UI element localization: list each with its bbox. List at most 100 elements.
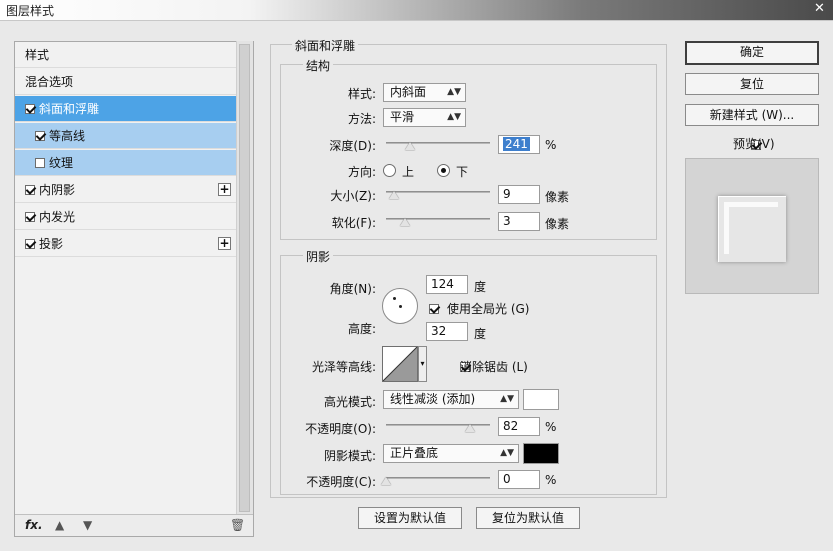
shading-title: 阴影 <box>303 248 334 265</box>
preview-swatch <box>718 196 786 262</box>
style-item-label: 样式 <box>25 48 50 62</box>
style-item[interactable]: 内发光 <box>15 204 237 230</box>
angle-dial-point <box>393 297 396 300</box>
shadow-mode-label: 阴影模式: <box>323 449 376 463</box>
depth-slider[interactable] <box>386 142 490 144</box>
shadow-opacity-input[interactable]: 0 <box>498 470 540 489</box>
soften-input[interactable]: 3 <box>498 212 540 231</box>
highlight-mode-select[interactable]: 线性减淡 (添加) ▲▼ <box>383 390 519 409</box>
style-item-checkbox[interactable] <box>25 185 35 195</box>
highlight-mode-value: 线性减淡 (添加) <box>390 392 476 406</box>
angle-dial-center <box>399 305 402 308</box>
style-item-label: 等高线 <box>49 129 86 143</box>
style-item[interactable]: 等高线 <box>15 123 237 149</box>
style-select-value: 内斜面 <box>390 85 427 99</box>
direction-down-radio[interactable] <box>437 164 450 177</box>
title-bar: 图层样式 ✕ <box>0 0 833 20</box>
soften-slider-thumb[interactable] <box>400 218 410 226</box>
fx-icon[interactable]: fx. <box>25 518 43 532</box>
soften-label: 软化(F): <box>331 216 376 230</box>
depth-input[interactable]: 241 <box>498 135 540 154</box>
updown-icon: ▲▼ <box>447 112 461 122</box>
size-slider[interactable] <box>386 191 490 193</box>
gloss-contour-dropdown[interactable]: ▾ <box>418 346 427 382</box>
angle-dial[interactable] <box>382 288 418 324</box>
reset-default-button[interactable]: 复位为默认值 <box>476 507 580 529</box>
preview-area <box>685 158 819 294</box>
shadow-opacity-thumb[interactable] <box>381 477 391 485</box>
global-light-checkbox[interactable] <box>429 304 439 314</box>
updown-icon: ▲▼ <box>500 394 514 404</box>
altitude-unit: 度 <box>474 327 487 341</box>
style-list-toolbar: fx. ▲ ▼ 🗑 <box>15 514 253 536</box>
angle-input[interactable]: 124 <box>426 275 468 294</box>
highlight-opacity-thumb[interactable] <box>465 424 475 432</box>
technique-select-value: 平滑 <box>390 110 415 124</box>
trash-icon[interactable]: 🗑 <box>230 518 245 532</box>
style-select[interactable]: 内斜面 ▲▼ <box>383 83 466 102</box>
depth-label: 深度(D): <box>329 139 376 153</box>
technique-select[interactable]: 平滑 ▲▼ <box>383 108 466 127</box>
preview-label: 预览(V) <box>733 137 775 151</box>
style-item-checkbox[interactable] <box>25 239 35 249</box>
reset-button[interactable]: 复位 <box>685 73 819 95</box>
style-item[interactable]: 投影 + <box>15 231 237 257</box>
style-item-checkbox[interactable] <box>35 131 45 141</box>
close-icon[interactable]: ✕ <box>806 0 833 18</box>
scrollbar-thumb[interactable] <box>239 44 250 512</box>
style-item-label: 纹理 <box>49 156 74 170</box>
angle-label: 角度(N): <box>329 282 376 296</box>
altitude-input[interactable]: 32 <box>426 322 468 341</box>
move-up-icon[interactable]: ▲ <box>55 518 64 532</box>
highlight-color-swatch[interactable] <box>523 389 559 410</box>
ok-button[interactable]: 确定 <box>685 41 819 65</box>
style-label: 样式: <box>347 87 376 101</box>
anti-alias-label: 消除锯齿 (L) <box>460 360 528 374</box>
size-input[interactable]: 9 <box>498 185 540 204</box>
highlight-opacity-unit: % <box>545 420 557 434</box>
direction-up-label: 上 <box>402 165 415 179</box>
style-item-label: 内阴影 <box>39 183 76 197</box>
updown-icon: ▲▼ <box>447 87 461 97</box>
make-default-button[interactable]: 设置为默认值 <box>358 507 462 529</box>
preview-bevel-edge <box>724 202 778 254</box>
size-slider-thumb[interactable] <box>389 191 399 199</box>
new-style-button[interactable]: 新建样式 (W)... <box>685 104 819 126</box>
highlight-mode-label: 高光模式: <box>323 395 376 409</box>
style-list: 样式混合选项斜面和浮雕等高线纹理内阴影 + 内发光投影 + <box>14 41 254 537</box>
style-item[interactable]: 斜面和浮雕 <box>15 96 237 122</box>
move-down-icon[interactable]: ▼ <box>83 518 92 532</box>
shadow-opacity-slider[interactable] <box>386 477 490 479</box>
direction-up-radio[interactable] <box>383 164 396 177</box>
style-item[interactable]: 混合选项 <box>15 69 237 95</box>
add-effect-icon[interactable]: + <box>218 183 231 196</box>
style-item-label: 投影 <box>39 237 64 251</box>
global-light-label: 使用全局光 (G) <box>447 302 530 316</box>
style-item[interactable]: 样式 <box>15 42 237 68</box>
style-item-label: 内发光 <box>39 210 76 224</box>
add-effect-icon[interactable]: + <box>218 237 231 250</box>
style-item-checkbox[interactable] <box>35 158 45 168</box>
highlight-opacity-label: 不透明度(O): <box>305 422 376 436</box>
technique-label: 方法: <box>347 112 376 126</box>
shadow-color-swatch[interactable] <box>523 443 559 464</box>
shadow-opacity-label: 不透明度(C): <box>306 475 376 489</box>
style-item-checkbox[interactable] <box>25 212 35 222</box>
angle-unit: 度 <box>474 280 487 294</box>
contour-curve-icon <box>382 346 418 382</box>
style-item-checkbox[interactable] <box>25 104 35 114</box>
gloss-contour-label: 光泽等高线: <box>311 360 376 374</box>
shadow-mode-select[interactable]: 正片叠底 ▲▼ <box>383 444 519 463</box>
style-item[interactable]: 内阴影 + <box>15 177 237 203</box>
soften-unit: 像素 <box>545 217 570 231</box>
bevel-emboss-title: 斜面和浮雕 <box>292 37 359 54</box>
altitude-label: 高度: <box>347 322 376 336</box>
structure-title: 结构 <box>303 57 334 74</box>
style-item[interactable]: 纹理 <box>15 150 237 176</box>
shadow-opacity-unit: % <box>545 473 557 487</box>
highlight-opacity-input[interactable]: 82 <box>498 417 540 436</box>
style-item-label: 斜面和浮雕 <box>39 102 100 116</box>
gloss-contour-preview[interactable] <box>382 346 418 382</box>
depth-slider-thumb[interactable] <box>405 142 415 150</box>
direction-down-label: 下 <box>456 165 469 179</box>
